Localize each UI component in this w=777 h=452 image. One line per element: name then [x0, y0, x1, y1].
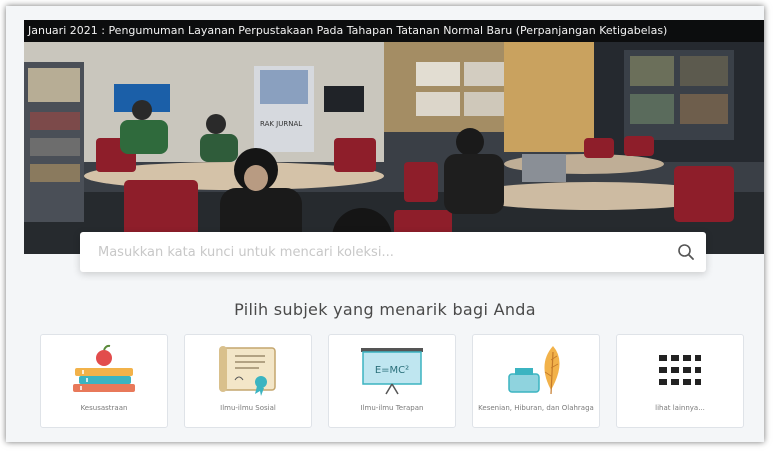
- subject-card-lihat-lainnya[interactable]: lihat lainnya...: [616, 334, 744, 428]
- books-apple-icon: [41, 343, 167, 397]
- subject-label: Kesusastraan: [80, 404, 128, 412]
- subject-card-ilmu-terapan[interactable]: E=MC² Ilmu-ilmu Terapan: [328, 334, 456, 428]
- search-input[interactable]: [80, 231, 666, 273]
- svg-text:RAK JURNAL: RAK JURNAL: [260, 120, 302, 128]
- search-icon[interactable]: [666, 232, 706, 272]
- whiteboard-formula-icon: E=MC²: [329, 343, 455, 397]
- ink-feather-icon: [473, 343, 599, 397]
- subject-label: Ilmu-ilmu Terapan: [360, 404, 424, 412]
- certificate-scroll-icon: [185, 343, 311, 397]
- subject-card-kesusastraan[interactable]: Kesusastraan: [40, 334, 168, 428]
- page-frame: Januari 2021 : Pengumuman Layanan Perpus…: [6, 6, 764, 442]
- subject-list: Kesusastraan Ilmu-ilmu Sosial E=MC² Ilmu…: [40, 334, 750, 430]
- grid-icon: [617, 343, 743, 397]
- section-title: Pilih subjek yang menarik bagi Anda: [234, 300, 536, 319]
- subject-card-ilmu-sosial[interactable]: Ilmu-ilmu Sosial: [184, 334, 312, 428]
- subject-label: Kesenian, Hiburan, dan Olahraga: [478, 404, 594, 412]
- subject-label: Ilmu-ilmu Sosial: [220, 404, 276, 412]
- search-bar: [80, 231, 706, 273]
- subject-label: lihat lainnya...: [655, 404, 705, 412]
- svg-text:E=MC²: E=MC²: [375, 365, 409, 376]
- subject-card-kesenian[interactable]: Kesenian, Hiburan, dan Olahraga: [472, 334, 600, 428]
- library-photo: RAK JURNAL: [24, 42, 764, 254]
- hero-banner: Januari 2021 : Pengumuman Layanan Perpus…: [24, 20, 764, 254]
- announcement-ticker[interactable]: Januari 2021 : Pengumuman Layanan Perpus…: [24, 20, 764, 42]
